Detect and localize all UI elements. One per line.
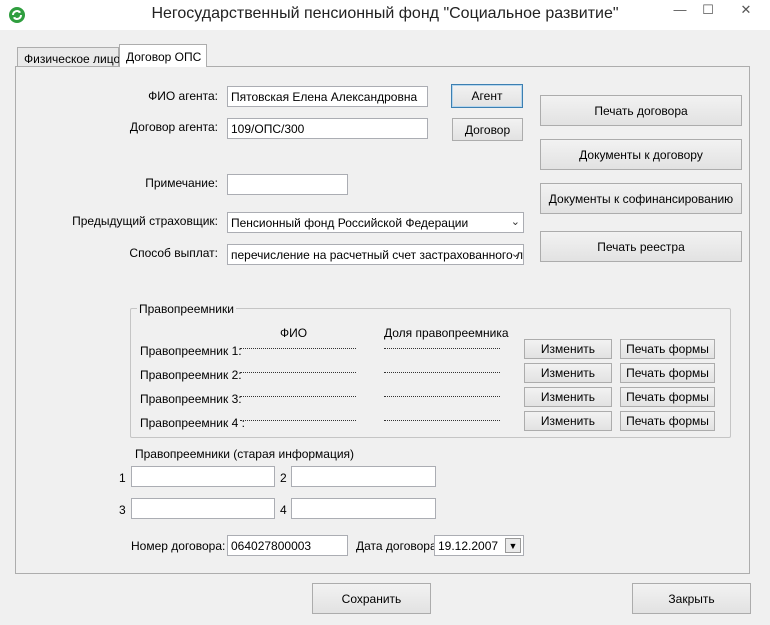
successor-2-label: Правопреемник 2:: [140, 368, 242, 382]
note-field[interactable]: [227, 174, 348, 195]
successor-1-fio-placeholder: [240, 348, 356, 349]
successor-2-edit-button[interactable]: Изменить: [524, 363, 612, 383]
contract-number-field[interactable]: 064027800003: [227, 535, 348, 556]
successor-4-share-placeholder: [384, 420, 500, 421]
contract-number-label: Номер договора:: [131, 539, 226, 553]
successor-1-share-placeholder: [384, 348, 500, 349]
successors-share-header: Доля правопреемника: [384, 326, 509, 340]
successor-3-fio-placeholder: [240, 396, 356, 397]
print-register-button[interactable]: Печать реестра: [540, 231, 742, 262]
contract-date-picker[interactable]: 19.12.2007 ▼: [434, 535, 524, 556]
minimize-icon[interactable]: —: [666, 0, 694, 22]
agent-fio-field[interactable]: Пятовская Елена Александровна: [227, 86, 428, 107]
print-contract-button[interactable]: Печать договора: [540, 95, 742, 126]
old-successor-4-number: 4: [280, 503, 287, 517]
successor-2-fio-placeholder: [240, 372, 356, 373]
payment-method-select[interactable]: перечисление на расчетный счет застрахов…: [227, 244, 524, 265]
tab-individual[interactable]: Физическое лицо: [17, 47, 120, 67]
prev-insurer-label: Предыдущий страховщик:: [72, 214, 218, 228]
contract-date-label: Дата договора:: [356, 539, 440, 553]
close-button[interactable]: Закрыть: [632, 583, 751, 614]
successors-group-title: Правопреемники: [137, 302, 236, 316]
agent-fio-label: ФИО агента:: [148, 89, 218, 103]
prev-insurer-value: Пенсионный фонд Российской Федерации: [231, 216, 469, 230]
old-successor-2-field[interactable]: [291, 466, 436, 487]
payment-method-label: Способ выплат:: [129, 246, 218, 260]
close-icon[interactable]: ✕: [732, 0, 760, 22]
successor-4-edit-button[interactable]: Изменить: [524, 411, 612, 431]
successor-3-share-placeholder: [384, 396, 500, 397]
old-successor-4-field[interactable]: [291, 498, 436, 519]
agent-button[interactable]: Агент: [451, 84, 523, 108]
successor-3-label: Правопреемник 3:: [140, 392, 242, 406]
payment-method-value: перечисление на расчетный счет застрахов…: [231, 248, 524, 262]
old-successor-3-number: 3: [119, 503, 126, 517]
prev-insurer-select[interactable]: Пенсионный фонд Российской Федерации ⌄: [227, 212, 524, 233]
title-bar: Негосударственный пенсионный фонд "Социа…: [0, 0, 770, 30]
note-label: Примечание:: [145, 176, 218, 190]
successor-4-label: Правопреемник 4 :: [140, 416, 245, 430]
successor-2-print-button[interactable]: Печать формы: [620, 363, 715, 383]
agent-contract-label: Договор агента:: [129, 120, 218, 134]
successors-fio-header: ФИО: [280, 326, 308, 340]
old-successor-1-field[interactable]: [131, 466, 275, 487]
successor-3-edit-button[interactable]: Изменить: [524, 387, 612, 407]
successor-2-share-placeholder: [384, 372, 500, 373]
successor-1-edit-button[interactable]: Изменить: [524, 339, 612, 359]
save-button[interactable]: Сохранить: [312, 583, 431, 614]
contract-date-value: 19.12.2007: [438, 539, 499, 553]
cofinancing-documents-button[interactable]: Документы к софинансированию: [540, 183, 742, 214]
window-title: Негосударственный пенсионный фонд "Социа…: [151, 5, 619, 22]
chevron-down-icon: ⌄: [510, 216, 520, 228]
successor-1-label: Правопреемник 1:: [140, 344, 242, 358]
contract-button[interactable]: Договор: [452, 118, 523, 141]
chevron-down-icon: ⌄: [510, 248, 520, 260]
successor-1-print-button[interactable]: Печать формы: [620, 339, 715, 359]
successor-3-print-button[interactable]: Печать формы: [620, 387, 715, 407]
successor-4-fio-placeholder: [240, 420, 356, 421]
old-successor-3-field[interactable]: [131, 498, 275, 519]
old-successor-1-number: 1: [119, 471, 126, 485]
successor-4-print-button[interactable]: Печать формы: [620, 411, 715, 431]
old-successors-title: Правопреемники (старая информация): [135, 447, 355, 461]
old-successor-2-number: 2: [280, 471, 287, 485]
maximize-icon[interactable]: ☐: [694, 0, 722, 22]
agent-contract-field[interactable]: 109/ОПС/300: [227, 118, 428, 139]
calendar-dropdown-icon[interactable]: ▼: [505, 538, 521, 553]
tab-ops-contract[interactable]: Договор ОПС: [119, 44, 207, 67]
contract-documents-button[interactable]: Документы к договору: [540, 139, 742, 170]
